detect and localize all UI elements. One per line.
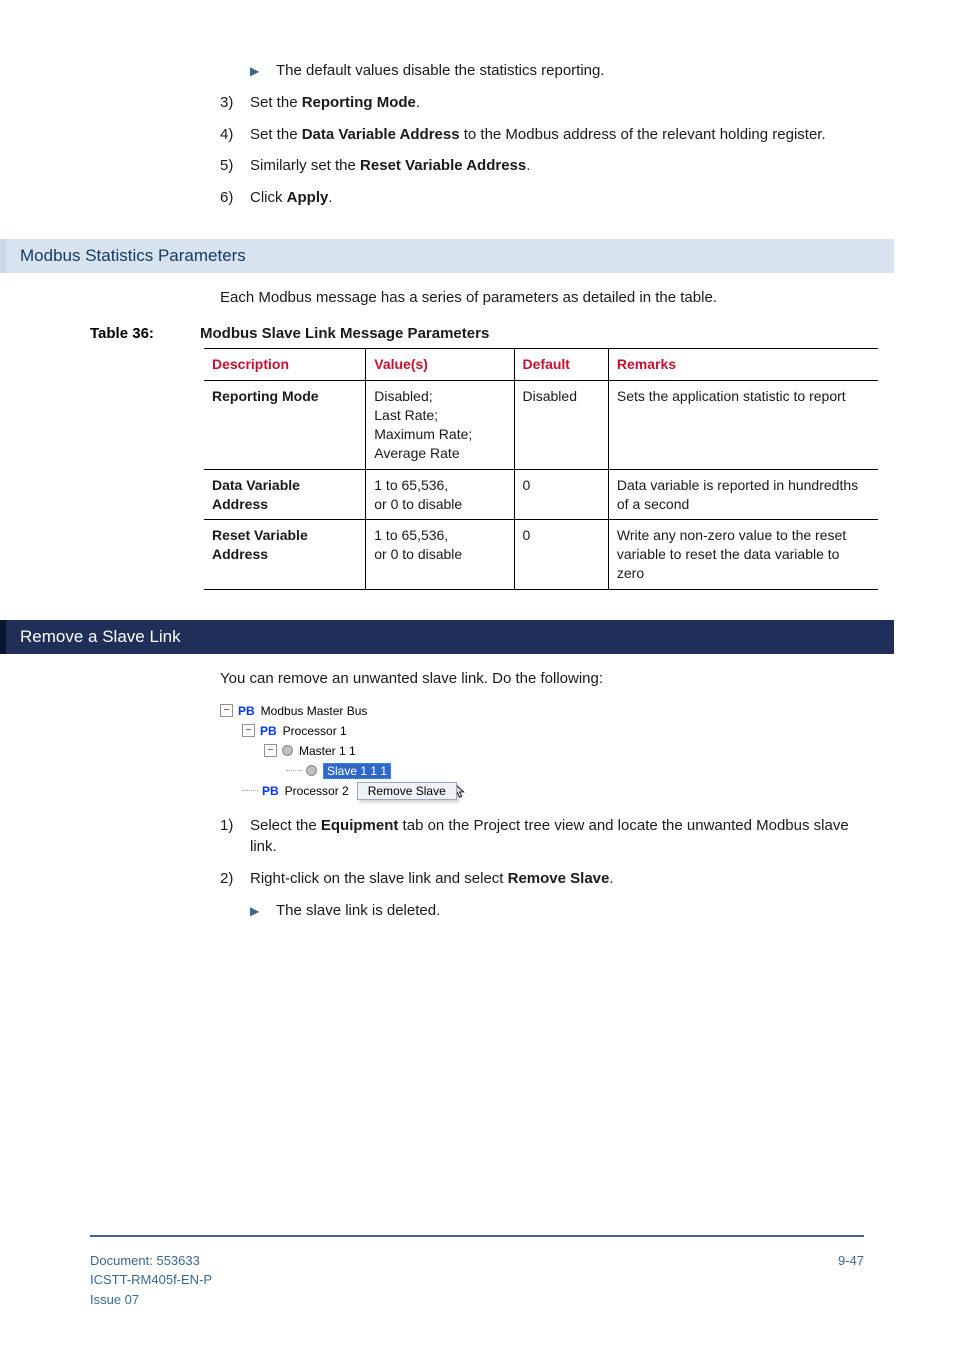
step-number: 1)	[220, 815, 250, 859]
parameters-table: Description Value(s) Default Remarks Rep…	[204, 348, 878, 590]
cell-remarks: Write any non-zero value to the reset va…	[608, 520, 878, 590]
cell-default: 0	[514, 469, 608, 520]
cell-default: 0	[514, 520, 608, 590]
context-menu-item: Remove Slave	[357, 782, 457, 800]
step-number: 6)	[220, 187, 250, 209]
table-row: Reporting Mode Disabled; Last Rate; Maxi…	[204, 381, 878, 470]
tree-node-master: Master 1 1	[299, 744, 356, 758]
list-item: 1) Select the Equipment tab on the Proje…	[220, 815, 864, 859]
footer-divider	[90, 1235, 864, 1237]
remove-steps: 1) Select the Equipment tab on the Proje…	[220, 815, 864, 922]
list-item: 2) Right-click on the slave link and sel…	[220, 868, 864, 890]
page-footer: Document: 553633 ICSTT-RM405f-EN-P Issue…	[90, 1235, 864, 1310]
triangle-right-icon: ▶	[250, 63, 276, 85]
cell-desc: Data Variable Address	[204, 469, 366, 520]
cell-desc: Reporting Mode	[204, 381, 366, 470]
table-name: Modbus Slave Link Message Parameters	[200, 325, 489, 342]
footer-document: Document: 553633	[90, 1251, 212, 1271]
tree-collapse-icon: −	[264, 744, 277, 757]
section-heading-statistics: Modbus Statistics Parameters	[0, 239, 894, 273]
tree-node-processor-1: Processor 1	[283, 724, 347, 738]
tree-connector-icon	[242, 790, 258, 791]
section-intro: You can remove an unwanted slave link. D…	[220, 668, 864, 691]
footer-issue: Issue 07	[90, 1290, 212, 1310]
table-row: Data Variable Address 1 to 65,536, or 0 …	[204, 469, 878, 520]
cell-desc: Reset Variable Address	[204, 520, 366, 590]
tree-badge-icon: PB	[238, 704, 255, 718]
footer-reference: ICSTT-RM405f-EN-P	[90, 1270, 212, 1290]
step-body: Click Apply.	[250, 187, 333, 209]
section-heading-remove: Remove a Slave Link	[0, 620, 894, 654]
list-item: ▶ The default values disable the statist…	[220, 60, 864, 82]
col-description: Description	[204, 349, 366, 381]
step-number: 3)	[220, 92, 250, 114]
step-body: Set the Data Variable Address to the Mod…	[250, 124, 826, 146]
col-remarks: Remarks	[608, 349, 878, 381]
tree-connector-icon	[286, 770, 302, 771]
step-body: Similarly set the Reset Variable Address…	[250, 155, 530, 177]
tree-badge-icon: PB	[260, 724, 277, 738]
footer-left: Document: 553633 ICSTT-RM405f-EN-P Issue…	[90, 1251, 212, 1310]
list-item: ▶ The slave link is deleted.	[220, 900, 864, 922]
triangle-right-icon: ▶	[250, 903, 276, 925]
tree-view-screenshot: − PB Modbus Master Bus − PB Processor 1 …	[220, 701, 864, 801]
step-number: 5)	[220, 155, 250, 177]
continuation-steps: ▶ The default values disable the statist…	[220, 60, 864, 209]
step-number: 4)	[220, 124, 250, 146]
tree-node-icon	[282, 745, 293, 756]
cell-values: 1 to 65,536, or 0 to disable	[366, 520, 514, 590]
table-number: Table 36:	[90, 325, 200, 342]
table-caption: Table 36: Modbus Slave Link Message Para…	[90, 325, 864, 342]
bullet-text: The default values disable the statistic…	[276, 60, 605, 82]
col-values: Value(s)	[366, 349, 514, 381]
footer-page-number: 9-47	[838, 1251, 864, 1310]
table-header-row: Description Value(s) Default Remarks	[204, 349, 878, 381]
cell-values: 1 to 65,536, or 0 to disable	[366, 469, 514, 520]
cell-remarks: Data variable is reported in hundredths …	[608, 469, 878, 520]
table-row: Reset Variable Address 1 to 65,536, or 0…	[204, 520, 878, 590]
tree-node-icon	[306, 765, 317, 776]
tree-badge-icon: PB	[262, 784, 279, 798]
list-item: ▶ The default values disable the statist…	[250, 60, 605, 82]
tree-node-processor-2: Processor 2	[285, 784, 349, 798]
section-intro: Each Modbus message has a series of para…	[220, 287, 864, 310]
step-body: Set the Reporting Mode.	[250, 92, 420, 114]
tree-collapse-icon: −	[220, 704, 233, 717]
list-item: 4) Set the Data Variable Address to the …	[220, 124, 864, 146]
col-default: Default	[514, 349, 608, 381]
step-body: Select the Equipment tab on the Project …	[250, 815, 864, 859]
bullet-text: The slave link is deleted.	[276, 900, 440, 922]
list-item: 5) Similarly set the Reset Variable Addr…	[220, 155, 864, 177]
step-number: 2)	[220, 868, 250, 890]
list-item: 3) Set the Reporting Mode.	[220, 92, 864, 114]
tree-node-selected-slave: Slave 1 1 1	[323, 763, 391, 779]
cell-default: Disabled	[514, 381, 608, 470]
cell-remarks: Sets the application statistic to report	[608, 381, 878, 470]
list-item: ▶ The slave link is deleted.	[250, 900, 440, 922]
step-body: Right-click on the slave link and select…	[250, 868, 614, 890]
tree-node-root: Modbus Master Bus	[261, 704, 368, 718]
list-item: 6) Click Apply.	[220, 187, 864, 209]
cell-values: Disabled; Last Rate; Maximum Rate; Avera…	[366, 381, 514, 470]
tree-collapse-icon: −	[242, 724, 255, 737]
